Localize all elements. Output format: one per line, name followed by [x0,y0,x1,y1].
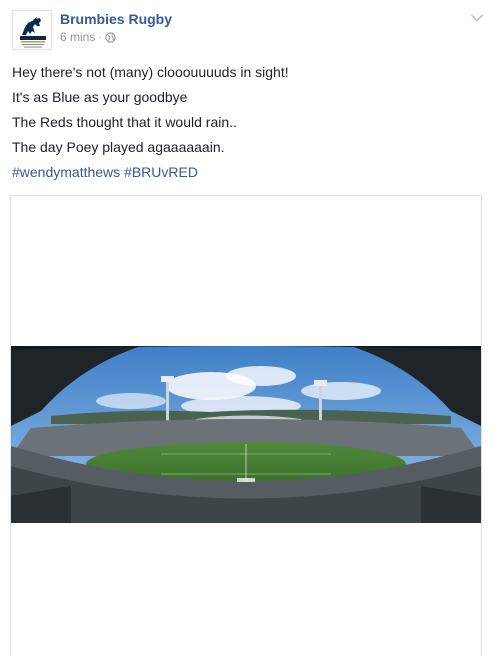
meta-separator: · [98,31,102,43]
message-line: Hey there's not (many) clooouuuuds in si… [12,64,289,80]
post-card: Brumbies Rugby 6 mins · Hey there's not … [0,0,494,656]
globe-icon[interactable] [105,31,116,43]
stadium-panorama-image[interactable] [11,346,481,523]
page-name-link[interactable]: Brumbies Rugby [60,11,172,27]
message-line: The Reds thought that it would rain.. [12,114,237,130]
hashtag-bruvred[interactable]: #BRUvRED [124,164,198,180]
chevron-down-icon[interactable] [470,10,484,22]
message-line: It's as Blue as your goodbye [12,89,188,105]
hashtag-wendymatthews[interactable]: #wendymatthews [12,164,120,180]
photo-attachment[interactable] [10,195,482,656]
page-avatar[interactable] [12,10,52,50]
post-message: Hey there's not (many) clooouuuuds in si… [12,60,482,185]
post-meta: 6 mins · [60,30,116,44]
message-line: The day Poey played agaaaaaain. [12,139,225,155]
brumbies-logo [13,11,51,49]
hashtags: #wendymatthews #BRUvRED [12,160,482,185]
timestamp-link[interactable]: 6 mins [60,30,95,44]
